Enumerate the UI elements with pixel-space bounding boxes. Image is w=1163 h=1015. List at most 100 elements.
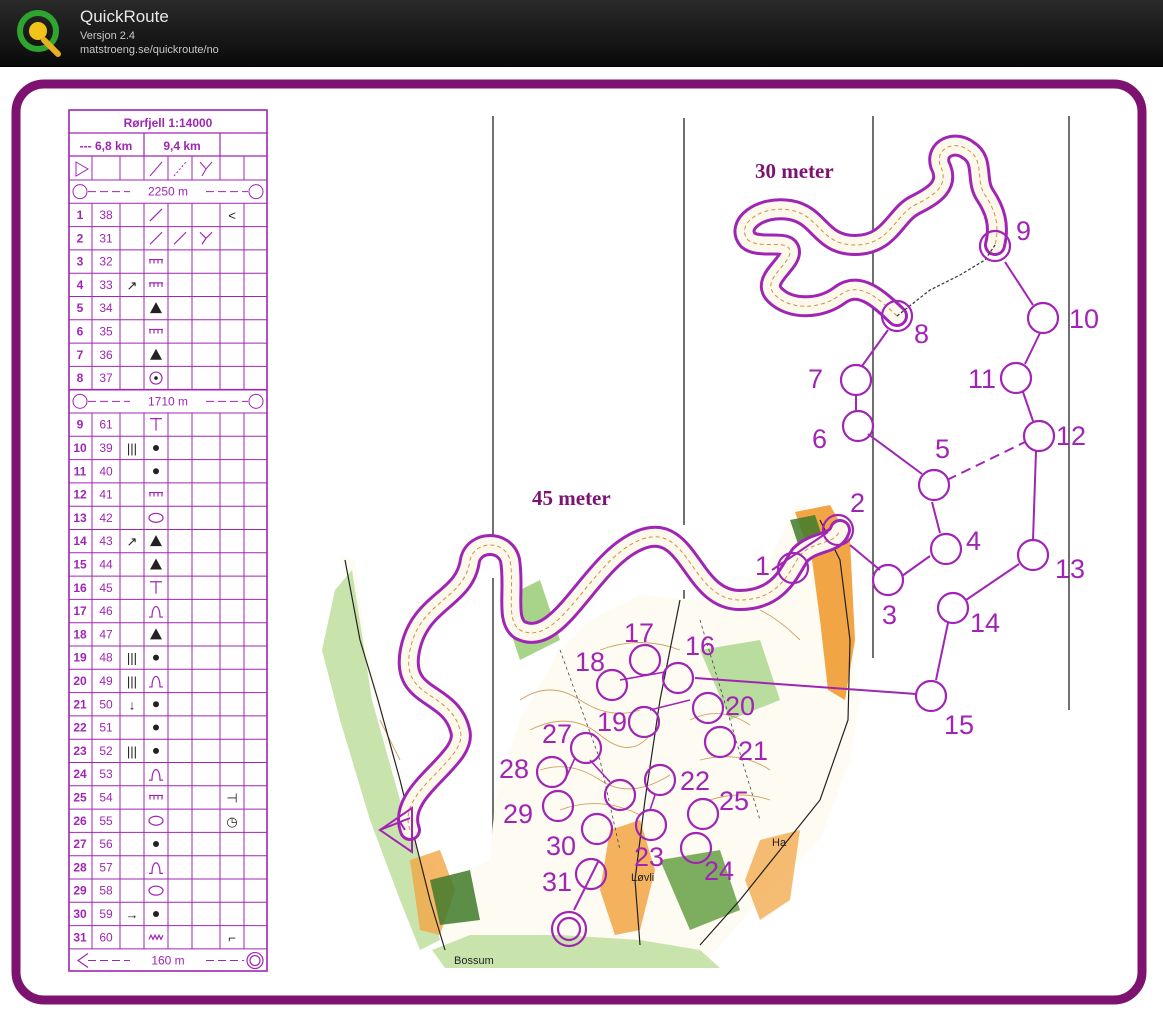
control-label-3: 3 bbox=[882, 600, 897, 630]
control-label-24: 24 bbox=[704, 856, 734, 886]
control-number: 10 bbox=[73, 441, 87, 455]
control-code: 51 bbox=[99, 721, 113, 735]
control-number: 12 bbox=[73, 488, 87, 502]
control-number: 5 bbox=[77, 301, 84, 315]
control-label-2: 2 bbox=[850, 488, 865, 518]
feature-dot-icon bbox=[153, 654, 159, 661]
extra-symbol: < bbox=[228, 208, 236, 223]
control-code: 44 bbox=[99, 557, 113, 571]
direction-symbol: ||| bbox=[127, 651, 137, 666]
control-number: 14 bbox=[73, 534, 87, 548]
marked-route-length: 2250 m bbox=[148, 185, 188, 199]
control-number: 9 bbox=[77, 418, 84, 432]
control-label-17: 17 bbox=[624, 618, 654, 648]
feature-dot-icon bbox=[153, 724, 159, 731]
feature-dot-icon bbox=[153, 910, 159, 917]
control-number: 20 bbox=[73, 674, 87, 688]
control-number: 13 bbox=[73, 511, 87, 525]
control-number: 6 bbox=[77, 324, 84, 338]
control-label-27: 27 bbox=[542, 719, 572, 749]
control-code: 57 bbox=[99, 860, 113, 874]
control-label-22: 22 bbox=[680, 766, 710, 796]
control-label-8: 8 bbox=[914, 319, 929, 349]
control-number: 4 bbox=[77, 278, 84, 292]
label-45-meter: 45 meter bbox=[532, 486, 611, 510]
extra-symbol: ⊣ bbox=[226, 790, 237, 805]
control-label-18: 18 bbox=[575, 647, 605, 677]
control-description-sheet: Rørfjell 1:14000 --- 6,8 km 9,4 km 2250 … bbox=[68, 109, 268, 972]
control-code: 42 bbox=[99, 511, 113, 525]
control-label-5: 5 bbox=[935, 434, 950, 464]
control-label-29: 29 bbox=[503, 799, 533, 829]
control-code: 36 bbox=[99, 348, 113, 362]
control-number: 15 bbox=[73, 557, 87, 571]
control-number: 27 bbox=[73, 837, 87, 851]
finish-leg-length: 160 m bbox=[151, 954, 184, 968]
control-number: 8 bbox=[77, 371, 84, 385]
control-code: 61 bbox=[99, 418, 113, 432]
marked-route-length: 1710 m bbox=[148, 394, 188, 408]
control-code: 41 bbox=[99, 488, 113, 502]
extra-symbol: ⌐ bbox=[228, 930, 236, 945]
control-code: 56 bbox=[99, 837, 113, 851]
feature-dot-icon bbox=[153, 468, 159, 475]
control-code: 49 bbox=[99, 674, 113, 688]
control-code: 55 bbox=[99, 814, 113, 828]
feature-dot-icon bbox=[153, 444, 159, 451]
control-code: 40 bbox=[99, 464, 113, 478]
control-number: 19 bbox=[73, 651, 87, 665]
control-code: 50 bbox=[99, 697, 113, 711]
control-code: 39 bbox=[99, 441, 113, 455]
control-code: 35 bbox=[99, 324, 113, 338]
control-label-11: 11 bbox=[968, 364, 996, 394]
control-number: 2 bbox=[77, 231, 84, 245]
map-canvas[interactable]: 1 2 3 4 5 6 7 8 9 10 11 12 13 14 15 16 1… bbox=[0, 66, 1163, 1015]
control-number: 22 bbox=[73, 721, 87, 735]
control-label-13: 13 bbox=[1055, 554, 1085, 584]
direction-symbol: → bbox=[126, 907, 139, 922]
feature-dot-icon bbox=[153, 701, 159, 708]
control-code: 52 bbox=[99, 744, 113, 758]
control-number: 28 bbox=[73, 860, 87, 874]
control-label-1: 1 bbox=[755, 551, 770, 581]
control-label-30: 30 bbox=[546, 831, 576, 861]
control-code: 48 bbox=[99, 651, 113, 665]
sheet-title: Rørfjell 1:14000 bbox=[124, 116, 213, 130]
control-number: 30 bbox=[73, 907, 87, 921]
quickroute-logo-icon bbox=[17, 10, 61, 57]
control-label-25: 25 bbox=[719, 786, 749, 816]
place-lovli: Løvli bbox=[631, 872, 654, 884]
control-label-14: 14 bbox=[970, 608, 1000, 638]
label-30-meter: 30 meter bbox=[755, 159, 834, 183]
control-code: 37 bbox=[99, 371, 113, 385]
direction-symbol: ||| bbox=[127, 441, 137, 456]
control-code: 58 bbox=[99, 884, 113, 898]
control-number: 16 bbox=[73, 581, 87, 595]
control-code: 32 bbox=[99, 255, 113, 269]
control-code: 43 bbox=[99, 534, 113, 548]
control-label-10: 10 bbox=[1069, 304, 1099, 334]
control-number: 29 bbox=[73, 884, 87, 898]
control-number: 25 bbox=[73, 790, 87, 804]
direction-symbol: ||| bbox=[127, 674, 137, 689]
feature-dot-icon bbox=[153, 841, 159, 848]
control-label-16: 16 bbox=[685, 631, 715, 661]
control-number: 1 bbox=[77, 208, 84, 222]
course-length-long: 9,4 km bbox=[163, 139, 200, 153]
control-label-6: 6 bbox=[812, 424, 827, 454]
place-bossum: Bossum bbox=[454, 955, 494, 967]
app-version: Versjon 2.4 bbox=[80, 30, 136, 42]
direction-symbol: ↗ bbox=[127, 278, 138, 293]
control-code: 34 bbox=[99, 301, 113, 315]
extra-symbol: ◷ bbox=[226, 814, 237, 829]
control-label-20: 20 bbox=[725, 691, 755, 721]
control-number: 21 bbox=[73, 697, 87, 711]
control-code: 60 bbox=[99, 930, 113, 944]
control-label-23: 23 bbox=[634, 842, 664, 872]
control-code: 47 bbox=[99, 627, 113, 641]
control-code: 31 bbox=[99, 231, 113, 245]
control-label-15: 15 bbox=[944, 710, 974, 740]
control-label-19: 19 bbox=[597, 707, 627, 737]
direction-symbol: ↓ bbox=[129, 697, 136, 712]
feature-dot-icon bbox=[153, 747, 159, 754]
